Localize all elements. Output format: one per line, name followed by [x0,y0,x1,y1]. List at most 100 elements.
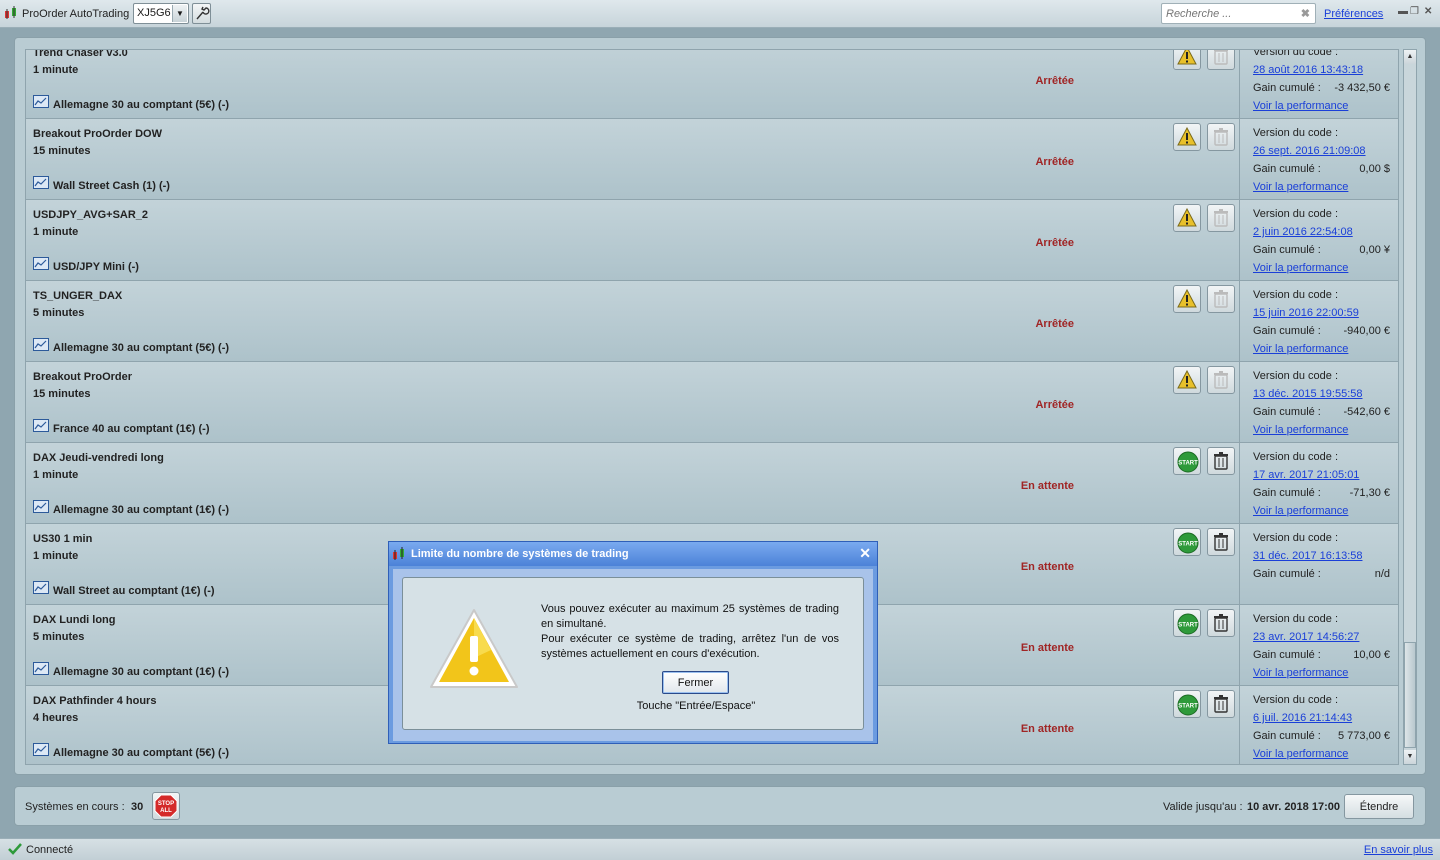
system-row[interactable]: Trend Chaser v3.0 1 minute Allemagne 30 au… [26,49,1398,119]
code-version-label: Version du code : [1253,694,1339,706]
code-version-date-link[interactable]: 2 juin 2016 22:54:08 [1253,226,1353,238]
stop-all-icon: STOP ALL [154,794,178,818]
code-version-label: Version du code : [1253,49,1339,58]
search-box[interactable]: ✖ [1161,3,1316,24]
cumulative-gain-value: -71,30 € [1349,487,1390,499]
warning-button[interactable] [1173,285,1201,313]
clear-search-icon[interactable]: ✖ [1301,7,1310,20]
system-instrument: Wall Street au comptant (1€) (-) [53,585,215,597]
view-performance-link[interactable]: Voir la performance [1253,262,1348,274]
code-version-label: Version du code : [1253,532,1339,544]
vertical-scrollbar[interactable]: ▲ ▼ [1403,49,1417,765]
scroll-down-icon[interactable]: ▼ [1404,750,1416,764]
svg-text:START: START [1178,542,1198,548]
system-timeframe: 1 minute [33,226,79,238]
close-icon[interactable]: ✕ [1424,6,1432,17]
cumulative-gain-value: 0,00 ¥ [1359,244,1390,256]
view-performance-link[interactable]: Voir la performance [1253,181,1348,193]
system-row[interactable]: DAX Jeudi-vendredi long 1 minute Allemagne… [26,443,1398,524]
view-performance-link[interactable]: Voir la performance [1253,505,1348,517]
system-details: Version du code : 28 août 2016 13:43:18 Ga… [1239,49,1398,118]
delete-button[interactable] [1207,609,1235,637]
warning-button[interactable] [1173,123,1201,151]
code-version-date-link[interactable]: 15 juin 2016 22:00:59 [1253,307,1359,319]
delete-button[interactable] [1207,285,1235,313]
trash-icon [1214,452,1228,470]
tools-button[interactable] [192,3,211,24]
account-value: XJ5G6 [137,7,171,19]
system-name: DAX Pathfinder 4 hours [33,695,157,707]
extend-button[interactable]: Étendre [1344,794,1414,819]
system-timeframe: 5 minutes [33,307,85,319]
code-version-date-link[interactable]: 13 déc. 2015 19:55:58 [1253,388,1362,400]
delete-button[interactable] [1207,690,1235,718]
delete-button[interactable] [1207,447,1235,475]
trash-icon [1214,695,1228,713]
system-row[interactable]: TS_UNGER_DAX 5 minutes Allemagne 30 au com… [26,281,1398,362]
account-select[interactable]: XJ5G6 ▼ [133,3,189,24]
search-input[interactable] [1162,4,1292,23]
warning-icon [1177,127,1197,146]
stop-all-button[interactable]: STOP ALL [152,792,180,820]
start-button[interactable]: START [1173,528,1201,556]
close-button[interactable]: Fermer [662,671,729,694]
code-version-date-link[interactable]: 28 août 2016 13:43:18 [1253,64,1363,76]
dialog-body: Vous pouvez exécuter au maximum 25 systè… [393,569,873,741]
close-icon[interactable]: ✕ [859,545,871,562]
start-button[interactable]: START [1173,447,1201,475]
warning-button[interactable] [1173,204,1201,232]
delete-button[interactable] [1207,204,1235,232]
wrench-icon [196,6,210,20]
system-info: Breakout ProOrder 15 minutes France 40 au … [26,362,1239,442]
delete-button[interactable] [1207,366,1235,394]
chart-icon [33,581,49,594]
start-button[interactable]: START [1173,609,1201,637]
view-performance-link[interactable]: Voir la performance [1253,424,1348,436]
cumulative-gain-label: Gain cumulé : [1253,487,1321,499]
chart-icon [33,419,49,432]
scrollbar-thumb[interactable] [1404,642,1416,748]
code-version-date-link[interactable]: 23 avr. 2017 14:56:27 [1253,631,1359,643]
learn-more-link[interactable]: En savoir plus [1364,844,1433,856]
warning-button[interactable] [1173,366,1201,394]
code-version-date-link[interactable]: 26 sept. 2016 21:09:08 [1253,145,1366,157]
system-name: Trend Chaser v3.0 [33,49,128,59]
view-performance-link[interactable]: Voir la performance [1253,343,1348,355]
view-performance-link[interactable]: Voir la performance [1253,667,1348,679]
system-info: DAX Jeudi-vendredi long 1 minute Allemagne… [26,443,1239,523]
dialog-message-line-2: Pour exécuter ce système de trading, arr… [541,633,839,660]
view-performance-link[interactable]: Voir la performance [1253,748,1348,760]
preferences-link[interactable]: Préférences [1324,8,1383,20]
code-version-label: Version du code : [1253,208,1339,220]
system-details: Version du code : 26 sept. 2016 21:09:08 G… [1239,119,1398,199]
restore-icon[interactable]: ❐ [1410,6,1419,17]
chevron-down-icon[interactable]: ▼ [172,5,187,22]
system-row[interactable]: USDJPY_AVG+SAR_2 1 minute USD/JPY Mini (-)… [26,200,1398,281]
code-version-date-link[interactable]: 17 avr. 2017 21:05:01 [1253,469,1359,481]
system-row[interactable]: Breakout ProOrder 15 minutes France 40 au … [26,362,1398,443]
chart-icon [33,257,49,270]
delete-button[interactable] [1207,528,1235,556]
code-version-date-link[interactable]: 31 déc. 2017 16:13:58 [1253,550,1362,562]
system-details: Version du code : 13 déc. 2015 19:55:58 Ga… [1239,362,1398,442]
svg-text:START: START [1178,461,1198,467]
delete-button[interactable] [1207,50,1235,70]
code-version-date-link[interactable]: 6 juil. 2016 21:14:43 [1253,712,1352,724]
system-details: Version du code : 6 juil. 2016 21:14:43 Ga… [1239,686,1398,764]
system-instrument: Wall Street Cash (1) (-) [53,180,170,192]
system-info: USDJPY_AVG+SAR_2 1 minute USD/JPY Mini (-)… [26,200,1239,280]
system-info: TS_UNGER_DAX 5 minutes Allemagne 30 au com… [26,281,1239,361]
delete-button[interactable] [1207,123,1235,151]
minimize-icon[interactable]: ▬ [1398,6,1408,17]
system-status: En attente [1020,642,1074,654]
system-timeframe: 15 minutes [33,145,91,157]
dialog-title-bar[interactable]: Limite du nombre de systèmes de trading … [389,542,877,566]
system-row[interactable]: Breakout ProOrder DOW 15 minutes Wall Stre… [26,119,1398,200]
start-button[interactable]: START [1173,690,1201,718]
system-details: Version du code : 31 déc. 2017 16:13:58 Ga… [1239,524,1398,604]
chart-icon [33,500,49,513]
warning-button[interactable] [1173,50,1201,70]
scroll-up-icon[interactable]: ▲ [1404,50,1416,64]
system-details: Version du code : 2 juin 2016 22:54:08 Gai… [1239,200,1398,280]
view-performance-link[interactable]: Voir la performance [1253,100,1348,112]
